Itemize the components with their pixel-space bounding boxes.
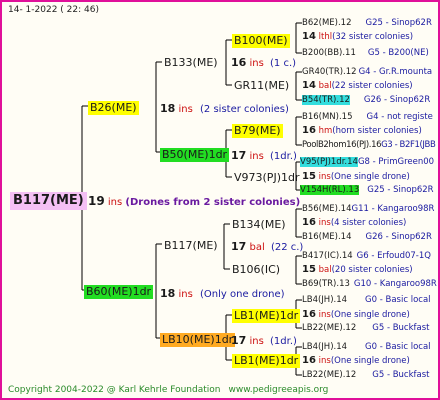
g5-row-24: LB22(ME).12 G5 - Buckfast [302,370,430,380]
sire-inbreeding: 18 ins (Only one drone) [160,287,285,301]
g5-row-21: LB22(ME).12 G5 - Buckfast [302,323,430,333]
pedigree-chart: 14- 1-2022 ( 22: 46) B117(ME) 19 ins (Dr… [0,0,440,400]
g4-b79-name[interactable]: B79(ME) [232,124,283,138]
g5-row-16: B417(IC).14 G6 - Erfoud07-1Q [302,251,431,261]
g4-v973-name[interactable]: V973(PJ)1dr [232,171,301,185]
g3-b50-inbreeding: 17 ins (1dr.) [231,149,297,163]
g5-inbreeding-gr11: 14 bal(22 sister colonies) [302,80,413,91]
g5-row-9: PoolB2hom16(PJ).16G3 - B2F1(JBB [302,140,436,150]
g5-row-4: GR40(TR).12 G4 - Gr.R.mounta [302,67,433,77]
g5-inbreeding-lb1b: 16 ins(One single drone) [302,355,410,366]
g3-lb10-inbreeding: 17 ins (1dr.) [231,334,297,348]
g5-row-13: B56(ME).14G11 - Kangaroo98R [302,204,435,214]
g3-lb10-name[interactable]: LB10(ME)1dr [160,333,236,347]
sire-name[interactable]: B60(ME)1dr [84,285,154,299]
g5-inbreeding-b100: 14 lthl(32 sister colonies) [302,31,414,42]
g5-inbreeding-lb1a: 16 ins(One single drone) [302,309,410,320]
g5-row-10: V95(PJ)1dr.14G8 - PrimGreen00 [300,157,435,167]
g3-b50-name[interactable]: B50(ME)1dr [160,148,230,162]
g5-row-3: B200(BB).11 G5 - B200(NE) [302,48,429,58]
g5-row-19: LB4(JH).14 G0 - Basic local [302,295,431,305]
g3-b117-name[interactable]: B117(ME) [162,239,220,253]
g5-row-6: B54(TR).12 G26 - Sinop62R [302,95,431,105]
dam-name[interactable]: B26(ME) [88,101,139,115]
footer-url[interactable]: www.pedigreeapis.org [228,385,328,395]
g4-b100-name[interactable]: B100(ME) [232,34,290,48]
report-date: 14- 1-2022 ( 22: 46) [8,5,99,15]
g3-b133-inbreeding: 16 ins (1 c.) [231,56,297,70]
g5-row-12: V154H(RL).13 G25 - Sinop62R [300,185,434,195]
g5-inbreeding-b134: 16 ins(4 sister colonies) [302,217,407,228]
queen-root-name[interactable]: B117(ME) [10,192,87,210]
g3-b133-name[interactable]: B133(ME) [162,56,220,70]
g5-row-22: LB4(JH).14 G0 - Basic local [302,342,431,352]
root-inbreeding: 19 ins (Drones from 2 sister colonies) [88,194,301,208]
g4-lb1b-name[interactable]: LB1(ME)1dr [232,354,301,368]
g3-b117-inbreeding: 17 bal (22 c.) [231,240,304,254]
g5-row-7: B16(MN).15 G4 - not registe [302,112,433,122]
g4-b106-name[interactable]: B106(IC) [230,263,282,277]
g5-inbreeding-b106: 15 bal(20 sister colonies) [302,264,413,275]
g5-inbreeding-b79: 16 hm(horn sister colonies) [302,125,422,136]
footer-copyright: Copyright 2004-2022 @ Karl Kehrle Founda… [8,385,329,395]
dam-inbreeding: 18 ins (2 sister colonies) [160,102,289,116]
g5-row-15: B16(ME).14 G26 - Sinop62R [302,232,432,242]
g4-lb1a-name[interactable]: LB1(ME)1dr [232,309,301,323]
g4-b134-name[interactable]: B134(ME) [230,218,288,232]
g4-gr11-name[interactable]: GR11(ME) [232,79,291,93]
g5-row-1: B62(ME).12 G25 - Sinop62R [302,18,432,28]
g5-row-18: B69(TR).13 G10 - Kangaroo98R [302,279,437,289]
g5-inbreeding-v973: 15 ins(One single drone) [302,171,410,182]
